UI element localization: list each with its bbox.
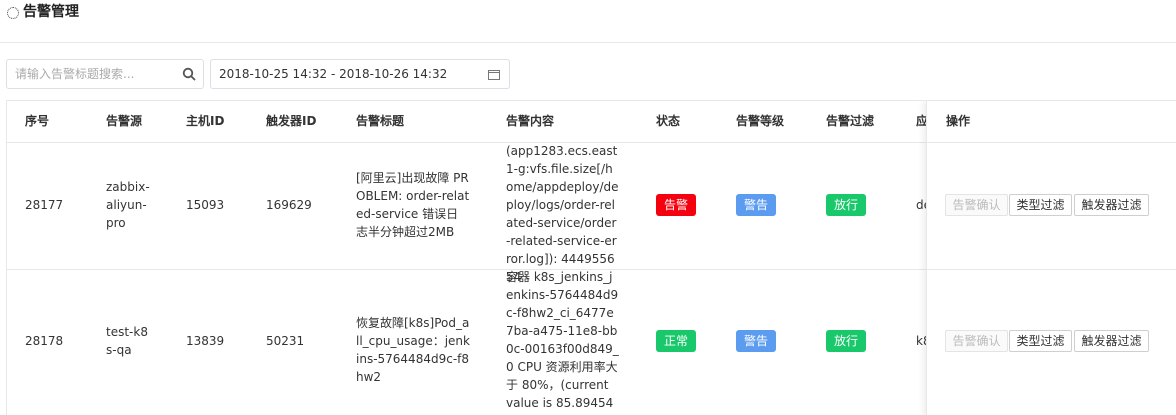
page-title: 告警管理 [23, 4, 79, 20]
calendar-icon[interactable] [488, 69, 500, 80]
cell-host-id: 15093 [186, 198, 225, 212]
cell-trigger-id: 50231 [266, 334, 305, 348]
filter-badge: 放行 [826, 194, 866, 216]
actions-column-header: 操作 [927, 101, 1176, 143]
alarm-table: 序号 告警源 主机ID 触发器ID 告警标题 告警内容 状态 告警等级 告警过滤… [6, 100, 1176, 415]
confirm-alarm-button[interactable]: 告警确认 [945, 194, 1008, 216]
cell-source: test-k8s-qa [106, 325, 148, 357]
type-filter-button[interactable]: 类型过滤 [1009, 194, 1072, 216]
date-range-picker[interactable]: 2018-10-25 14:32 - 2018-10-26 14:32 [210, 59, 510, 89]
search-box[interactable] [6, 59, 204, 89]
search-input[interactable] [7, 60, 193, 88]
search-icon[interactable] [182, 67, 196, 81]
status-badge: 正常 [656, 330, 696, 352]
page-header: 告警管理 [0, 0, 1176, 43]
level-badge: 警告 [736, 194, 776, 216]
cell-source: zabbix-aliyun-pro [106, 180, 150, 230]
status-badge: 告警 [656, 194, 696, 216]
loading-icon [7, 7, 19, 19]
cell-content: 容器 k8s_jenkins_jenkins-5764484d9c-f8hw2_… [506, 270, 619, 415]
column-header-status: 状态 [656, 114, 681, 128]
column-header-filter: 告警过滤 [826, 114, 875, 128]
actions-row: 告警确认 类型过滤 触发器过滤 [927, 142, 1176, 270]
column-header-id: 序号 [25, 114, 50, 128]
column-header-actions: 操作 [946, 114, 971, 128]
cell-trigger-id: 169629 [266, 198, 312, 212]
level-badge: 警告 [736, 330, 776, 352]
cell-id: 28177 [25, 198, 64, 212]
column-header-source: 告警源 [106, 114, 143, 128]
cell-host-id: 13839 [186, 334, 225, 348]
filter-badge: 放行 [826, 330, 866, 352]
column-header-content: 告警内容 [506, 114, 555, 128]
column-header-trigger-id: 触发器ID [266, 114, 317, 128]
column-header-level: 告警等级 [736, 114, 785, 128]
cell-content: (app1283.ecs.east1-g:vfs.file.size[/home… [506, 144, 619, 284]
actions-column: 操作 告警确认 类型过滤 触发器过滤 告警确认 类型过滤 触发器过滤 [926, 101, 1176, 415]
confirm-alarm-button[interactable]: 告警确认 [945, 330, 1008, 352]
date-range-value: 2018-10-25 14:32 - 2018-10-26 14:32 [219, 67, 448, 81]
actions-row: 告警确认 类型过滤 触发器过滤 [927, 270, 1176, 415]
column-header-title: 告警标题 [356, 114, 405, 128]
trigger-filter-button[interactable]: 触发器过滤 [1074, 194, 1149, 216]
trigger-filter-button[interactable]: 触发器过滤 [1074, 330, 1149, 352]
type-filter-button[interactable]: 类型过滤 [1009, 330, 1072, 352]
column-header-host-id: 主机ID [186, 114, 225, 128]
cell-id: 28178 [25, 334, 64, 348]
cell-title: [阿里云]出现故障 PROBLEM: order-related-service… [356, 171, 470, 239]
cell-title: 恢复故障[k8s]Pod_all_cpu_usage：jenkins-57644… [356, 316, 470, 384]
